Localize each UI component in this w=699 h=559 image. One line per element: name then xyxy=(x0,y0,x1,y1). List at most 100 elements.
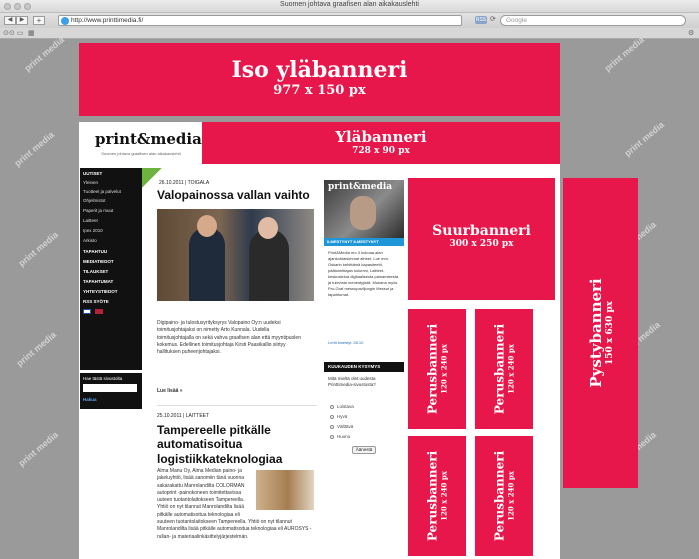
radio-icon[interactable] xyxy=(330,434,334,439)
side-search: Hae tästä sivustolta Hakua xyxy=(80,373,142,409)
search-input[interactable]: Google xyxy=(500,15,686,26)
article-body: Alma Manu Oy, Alma Median paino- ja jake… xyxy=(157,468,245,518)
magazine-box[interactable]: print&media ILMESTYNYT ILMESTYNYT Print&… xyxy=(324,180,404,352)
watermark-logo: print media xyxy=(16,229,61,269)
nav-item[interactable]: Yleinen xyxy=(83,180,98,185)
poll-option[interactable]: Hyvä xyxy=(330,414,347,419)
side-search-input[interactable] xyxy=(83,384,137,392)
gear-icon[interactable]: ⚙ xyxy=(688,28,694,39)
ad-pystybanneri[interactable]: Pystybanneri 150 x 630 px xyxy=(563,178,638,488)
nav-item[interactable]: TILAUKSET xyxy=(83,269,108,274)
ad-suurbanneri[interactable]: Suurbanneri 300 x 250 px xyxy=(408,178,555,300)
side-search-button[interactable]: Hakua xyxy=(83,397,97,402)
ad-perusbanneri[interactable]: Perusbanneri 120 x 240 px xyxy=(475,309,533,429)
watermark-logo: print media xyxy=(602,34,647,74)
flag-fi-icon[interactable] xyxy=(83,309,104,315)
article-photo[interactable] xyxy=(157,209,314,301)
nav-item[interactable]: Ohjelmistot xyxy=(83,198,106,203)
article-meta: 26.10.2011 | TOIGALA xyxy=(159,180,210,186)
globe-icon xyxy=(61,17,69,25)
address-bar[interactable]: http://www.printtimedia.fi/ xyxy=(58,15,462,26)
magazine-strip: ILMESTYNYT ILMESTYNYT xyxy=(324,238,404,246)
article-photo[interactable] xyxy=(256,470,314,510)
rss-button[interactable]: RSS xyxy=(475,16,487,24)
browser-toolbar: ◀ ▶ + http://www.printtimedia.fi/ RSS ⟳ … xyxy=(0,13,699,28)
watermark-logo: print media xyxy=(12,129,57,169)
article-body: Digipaino- ja tulostusyrityksyrys Valopa… xyxy=(157,320,301,355)
ad-size: 120 x 240 px xyxy=(506,471,516,521)
watermark-logo: print media xyxy=(14,329,59,369)
ad-name: Perusbanneri xyxy=(425,323,440,415)
watermark-logo: print media xyxy=(622,119,667,159)
ad-ylabanneri[interactable]: Yläbanneri 728 x 90 px xyxy=(202,122,560,164)
ad-size: 150 x 630 px xyxy=(604,301,615,365)
ad-name: Iso yläbanneri xyxy=(231,57,408,83)
ad-name: Perusbanneri xyxy=(492,450,507,542)
nav-item[interactable]: TAPAHTUMAT xyxy=(83,279,113,284)
nav-item[interactable]: MEDIATIEDOT xyxy=(83,259,114,264)
radio-icon[interactable] xyxy=(330,424,334,429)
bookmarks-icon[interactable]: ▭ xyxy=(17,28,24,39)
site-logo[interactable]: print&media xyxy=(95,130,202,148)
poll-header: KUUKAUDEN KYSYMYS xyxy=(324,362,404,372)
article-title[interactable]: Tampereelle pitkälle automatisoitua logi… xyxy=(157,423,317,466)
nav-item[interactable]: Arkisto xyxy=(83,238,97,243)
ad-perusbanneri[interactable]: Perusbanneri 120 x 240 px xyxy=(408,309,466,429)
article-body-continued: suuteen tuotantolaitokseen Tampereella. … xyxy=(157,519,312,540)
bookmarks-bar: ⊙⊙ ▭ ▦ ⚙ xyxy=(0,28,699,39)
read-more-link[interactable]: Lue lisää » xyxy=(157,388,183,395)
radio-icon[interactable] xyxy=(330,404,334,409)
reading-list-icon[interactable]: ⊙⊙ xyxy=(3,28,15,39)
title-bar: Suomen johtava graafisen alan aikakausle… xyxy=(0,0,699,13)
window-title: Suomen johtava graafisen alan aikakausle… xyxy=(280,1,419,8)
ad-name: Suurbanneri xyxy=(432,223,531,239)
ad-iso-ylabanneri[interactable]: Iso yläbanneri 977 x 150 px xyxy=(79,43,560,116)
site-logo-area[interactable]: print&media Suomen johtava graafisen ala… xyxy=(79,122,202,164)
nav-item[interactable]: Paperit ja muut xyxy=(83,208,113,213)
nav-item[interactable]: Tuotteet ja palvelut xyxy=(83,189,121,194)
ad-perusbanneri[interactable]: Perusbanneri 120 x 240 px xyxy=(475,436,533,556)
nav-item[interactable]: Ipex 2010 xyxy=(83,228,103,233)
vote-button[interactable]: Äänestä xyxy=(352,446,376,454)
top-sites-icon[interactable]: ▦ xyxy=(28,28,35,39)
article-title[interactable]: Valopainossa vallan vaihto xyxy=(157,188,317,202)
nav-item[interactable]: UUTISET xyxy=(83,171,102,176)
search-placeholder: Google xyxy=(506,17,527,24)
nav-item[interactable]: YHTEYSTIEDOT xyxy=(83,289,118,294)
ad-name: Yläbanneri xyxy=(335,128,427,146)
poll-box: KUUKAUDEN KYSYMYS Mitä mieltä olet uudes… xyxy=(324,362,404,462)
watermark-logo: print media xyxy=(22,34,67,74)
back-button[interactable]: ◀ xyxy=(4,16,16,25)
add-tab-button[interactable]: + xyxy=(33,16,45,25)
reload-icon[interactable]: ⟳ xyxy=(490,15,496,23)
flag-en-icon[interactable] xyxy=(95,309,104,314)
cover-portrait xyxy=(350,196,376,230)
nav-item[interactable]: TAPAHTUU xyxy=(83,249,107,254)
ad-name: Pystybanneri xyxy=(586,278,605,388)
ad-size: 300 x 250 px xyxy=(449,239,514,249)
poll-question: Mitä mieltä olet uudesta Printtimedia-si… xyxy=(328,376,376,388)
ad-size: 120 x 240 px xyxy=(506,344,516,394)
ad-size: 728 x 90 px xyxy=(352,146,410,156)
watermark-logo: print media xyxy=(16,429,61,469)
poll-option[interactable]: Välttävä xyxy=(330,424,353,429)
nav-item[interactable]: RSS SYÖTE xyxy=(83,299,109,304)
address-text: http://www.printtimedia.fi/ xyxy=(71,17,144,24)
ad-size: 120 x 240 px xyxy=(439,344,449,394)
poll-option[interactable]: Loistava xyxy=(330,404,354,409)
radio-icon[interactable] xyxy=(330,414,334,419)
poll-option[interactable]: Huono xyxy=(330,434,350,439)
magazine-cover[interactable]: print&media xyxy=(324,180,404,238)
site-tagline: Suomen johtava graafisen alan aikakausle… xyxy=(101,151,181,156)
ad-perusbanneri[interactable]: Perusbanneri 120 x 240 px xyxy=(408,436,466,556)
ad-name: Perusbanneri xyxy=(492,323,507,415)
ad-size: 977 x 150 px xyxy=(273,83,366,98)
nav-item[interactable]: Laitteet xyxy=(83,218,98,223)
magazine-link[interactable]: Lehti ilmestyi: 28.10 xyxy=(328,340,363,345)
side-search-label: Hae tästä sivustolta xyxy=(83,376,123,381)
browser-window: Suomen johtava graafisen alan aikakausle… xyxy=(0,0,699,559)
forward-button[interactable]: ▶ xyxy=(16,16,28,25)
ad-size: 120 x 240 px xyxy=(439,471,449,521)
ad-name: Perusbanneri xyxy=(425,450,440,542)
magazine-text: Print&Media nro 3 kokoaa alan ajankohtai… xyxy=(328,250,399,297)
